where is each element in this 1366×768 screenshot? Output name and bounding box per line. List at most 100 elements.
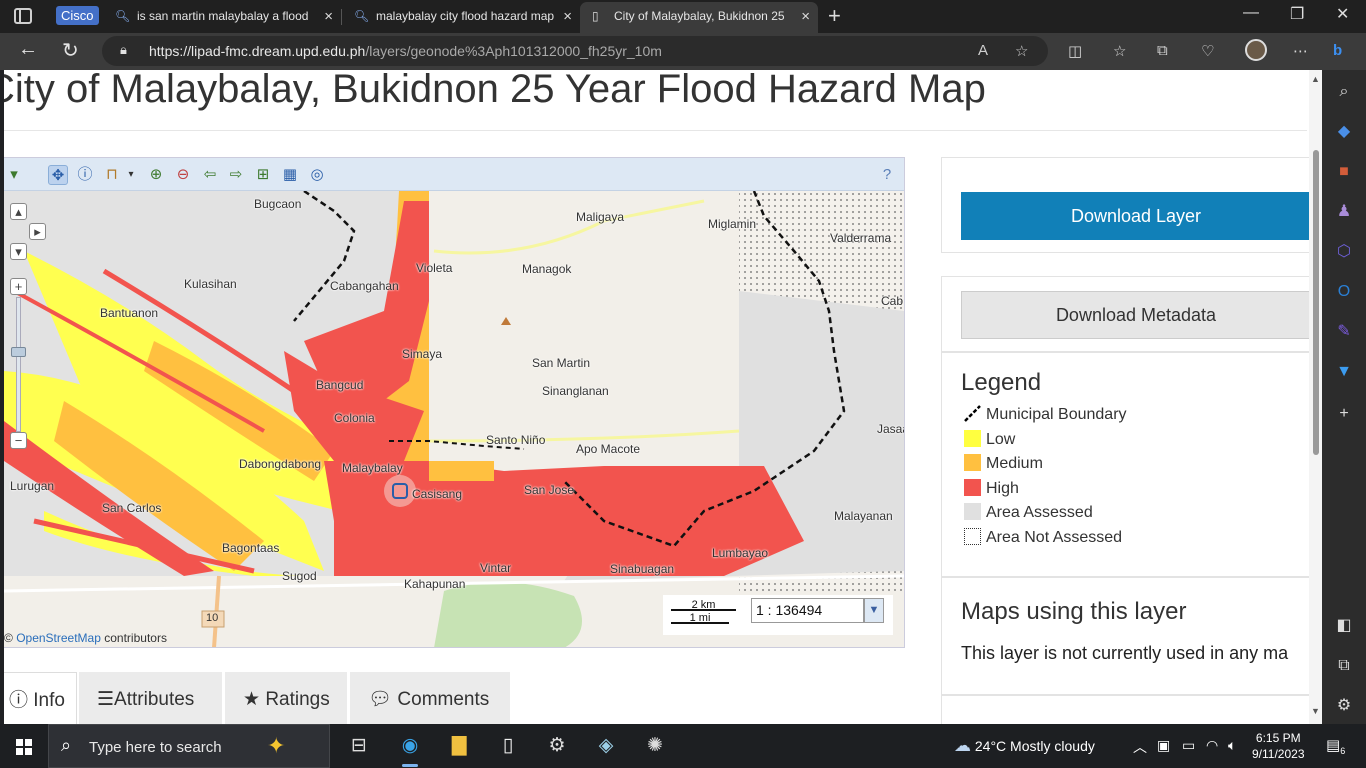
openstreetmap-link[interactable]: OpenStreetMap <box>16 631 101 645</box>
place-label: Santo Niño <box>486 433 546 447</box>
battery-icon[interactable]: ▭ <box>1182 737 1195 754</box>
show-hidden-icons-icon[interactable]: ︿ <box>1133 737 1147 757</box>
search-icon[interactable]: ⌕ <box>1334 82 1354 102</box>
measure-tool-icon[interactable]: ⊓ <box>102 165 122 185</box>
browser-essentials-icon[interactable]: ♡ <box>1201 42 1214 60</box>
close-icon[interactable]: × <box>324 0 333 33</box>
outlook-icon[interactable]: O <box>1334 282 1354 302</box>
volume-icon[interactable]: 🔈︎ <box>1228 737 1236 754</box>
clock-time: 6:15 PM <box>1255 731 1301 745</box>
tools-briefcase-icon[interactable]: ■ <box>1334 162 1354 182</box>
pan-up-icon[interactable]: ▴ <box>10 203 27 220</box>
help-icon[interactable]: ? <box>877 165 897 185</box>
tab-ratings[interactable]: ★ Ratings <box>225 672 347 724</box>
wifi-icon[interactable]: ◠ <box>1206 737 1218 754</box>
tab-comments[interactable]: 💬︎ Comments <box>350 672 510 724</box>
zoom-slider-handle[interactable] <box>11 347 26 357</box>
zoom-extent-icon[interactable]: ⊞ <box>253 165 273 185</box>
new-tab-icon[interactable]: + <box>828 3 841 29</box>
dashed-line-icon <box>964 405 981 422</box>
tab-actions-icon[interactable] <box>14 8 32 24</box>
shopping-tag-icon[interactable]: ◆ <box>1334 122 1354 142</box>
refresh-icon[interactable]: ↻ <box>62 38 79 63</box>
close-icon[interactable]: × <box>801 2 810 31</box>
route-shield-label: 10 <box>206 612 219 624</box>
tab-label: Info <box>33 690 65 711</box>
minimize-icon[interactable]: — <box>1243 4 1259 22</box>
pan-right-icon[interactable]: ▸ <box>29 223 46 240</box>
add-sidebar-app-icon[interactable]: + <box>1334 404 1354 424</box>
tab-active-flood-hazard[interactable]: ▯ City of Malaybalay, Bukidnon 25 × <box>580 2 818 33</box>
zoom-out-button[interactable]: − <box>10 432 27 449</box>
restore-icon[interactable]: ❐ <box>1290 4 1304 24</box>
close-icon[interactable]: × <box>563 0 572 33</box>
chatgpt-icon[interactable]: ✺ <box>643 734 667 758</box>
split-screen-icon[interactable]: ◫ <box>1068 42 1082 60</box>
app-icon[interactable]: ◈ <box>594 734 618 758</box>
profile-avatar[interactable] <box>1245 39 1267 61</box>
address-bar[interactable]: 🔒︎ https://lipad-fmc.dream.upd.edu.ph/la… <box>102 36 1048 66</box>
bing-copilot-icon[interactable]: b <box>1333 42 1342 59</box>
scroll-up-icon[interactable]: ▲ <box>1311 74 1320 84</box>
scale-dropdown-icon[interactable]: ▼ <box>864 598 884 623</box>
pan-down-icon[interactable]: ▾ <box>10 243 27 260</box>
download-layer-button[interactable]: Download Layer <box>961 192 1311 240</box>
place-label: Dabongdabong <box>239 457 322 471</box>
pan-tool-icon[interactable]: ✥ <box>48 165 68 185</box>
microsoft-365-icon[interactable]: ⬡ <box>1334 242 1354 262</box>
back-arrow-icon[interactable]: ← <box>18 38 38 61</box>
more-options-icon[interactable]: ⋯ <box>1293 42 1308 60</box>
settings-gear-icon[interactable]: ⚙ <box>545 734 569 758</box>
task-view-icon[interactable]: ⊟ <box>347 734 371 758</box>
place-label: Malayanan <box>834 509 893 523</box>
place-label: Sinanglanan <box>542 384 609 398</box>
download-metadata-button[interactable]: Download Metadata <box>961 291 1311 339</box>
notification-center-icon[interactable]: ▤6 <box>1326 736 1345 756</box>
read-aloud-icon[interactable]: A <box>978 42 988 59</box>
place-label: Sinabuagan <box>610 562 675 576</box>
tab-attributes[interactable]: ☰Attributes <box>79 672 222 724</box>
measure-dropdown-icon[interactable]: ▾ <box>121 165 141 185</box>
zoom-in-button[interactable]: + <box>10 278 27 295</box>
zoom-out-icon[interactable]: ⊖ <box>173 165 193 185</box>
designer-icon[interactable]: ✎ <box>1334 322 1354 342</box>
weather-widget[interactable]: ☁ 24°C Mostly cloudy <box>954 736 1095 756</box>
tab-info[interactable]: ⓘ Info <box>4 672 77 724</box>
favorite-star-icon[interactable]: ☆ <box>1015 42 1028 60</box>
next-extent-icon[interactable]: ⇨ <box>226 165 246 185</box>
meet-now-icon[interactable]: ▣ <box>1157 737 1170 754</box>
file-explorer-icon[interactable]: ▇ <box>447 734 471 758</box>
layer-menu-icon[interactable]: ▾ <box>4 165 24 185</box>
edge-browser-icon[interactable]: ◉ <box>398 734 422 767</box>
tab-label: Comments <box>397 689 490 710</box>
games-icon[interactable]: ♟ <box>1334 202 1354 222</box>
google-earth-icon[interactable]: ◎ <box>307 165 327 185</box>
settings-gear-icon[interactable]: ⚙ <box>1334 696 1354 716</box>
tab-group-cisco[interactable]: Cisco <box>56 6 99 25</box>
scroll-thumb[interactable] <box>1313 150 1319 455</box>
map-canvas[interactable]: Bugcaon Maligaya Miglamin Valderrama Vio… <box>4 191 904 647</box>
map-viewer[interactable]: ▾ ✥ ⓘ ⊓ ▾ ⊕ ⊖ ⇦ ⇨ ⊞ ▦ ◎ ? Bugcaon Maliga… <box>4 157 905 648</box>
windows-start-icon[interactable] <box>16 739 32 755</box>
scroll-down-icon[interactable]: ▼ <box>1311 706 1320 716</box>
previous-extent-icon[interactable]: ⇦ <box>200 165 220 185</box>
external-link-icon[interactable]: ⧉ <box>1334 656 1354 676</box>
window-close-icon[interactable]: ✕ <box>1336 4 1349 24</box>
tab-search-flood-map[interactable]: 🔍︎ malaybalay city flood hazard map × <box>342 0 580 33</box>
taskbar-search-box[interactable]: ⌕ Type here to search ✦ <box>48 724 330 768</box>
system-clock[interactable]: 6:15 PM 9/11/2023 <box>1252 730 1305 762</box>
collections-icon[interactable]: ⧉ <box>1157 42 1168 59</box>
layer-table-icon[interactable]: ▦ <box>280 165 300 185</box>
drop-icon[interactable]: ▼ <box>1334 362 1354 382</box>
comment-icon: 💬︎ <box>368 689 398 710</box>
tab-search-san-martin[interactable]: 🔍︎ is san martin malaybalay a flood × <box>103 0 341 33</box>
zoom-in-icon[interactable]: ⊕ <box>146 165 166 185</box>
page-scrollbar[interactable]: ▲ ▼ <box>1309 70 1322 724</box>
scale-select[interactable]: 1 : 136494 <box>751 598 864 623</box>
zoom-slider-track[interactable] <box>16 297 21 432</box>
hide-sidebar-icon[interactable]: ◧ <box>1334 616 1354 636</box>
favorites-icon[interactable]: ☆ <box>1113 42 1126 60</box>
web-page: City of Malaybalay, Bukidnon 25 Year Flo… <box>4 70 1322 724</box>
notepad-icon[interactable]: ▯ <box>496 734 520 758</box>
info-icon[interactable]: ⓘ <box>75 165 95 185</box>
